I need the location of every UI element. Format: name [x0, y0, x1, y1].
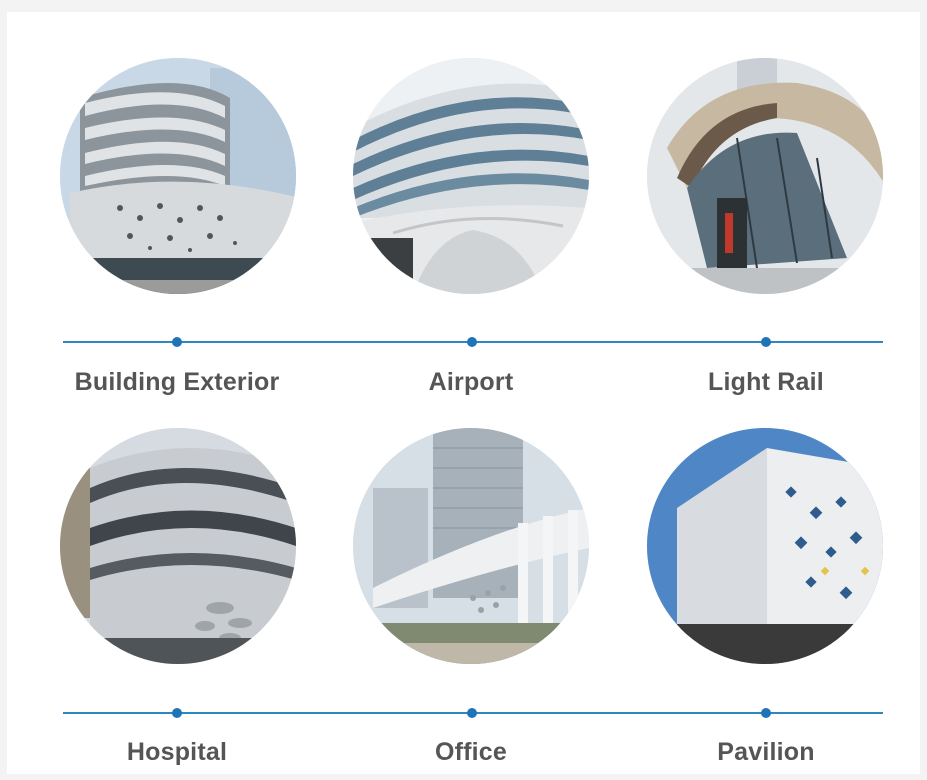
- timeline-row-2: [63, 708, 883, 718]
- hospital-photo: [60, 428, 296, 664]
- label-building-exterior: Building Exterior: [74, 368, 280, 396]
- building-exterior-photo: [60, 58, 296, 294]
- timeline-dot: [467, 708, 477, 718]
- timeline-row-1: [63, 337, 883, 347]
- pavilion-photo: [647, 428, 883, 664]
- timeline-dot: [761, 337, 771, 347]
- airport-photo: [353, 58, 589, 294]
- timeline-dot: [761, 708, 771, 718]
- light-rail-photo: [647, 58, 883, 294]
- timeline-dot: [172, 708, 182, 718]
- timeline-dot: [467, 337, 477, 347]
- label-light-rail: Light Rail: [708, 368, 824, 396]
- label-airport: Airport: [428, 368, 514, 396]
- office-photo: [353, 428, 589, 664]
- label-office: Office: [434, 738, 508, 766]
- timeline-dot: [172, 337, 182, 347]
- label-hospital: Hospital: [126, 738, 228, 766]
- label-pavilion: Pavilion: [717, 738, 815, 766]
